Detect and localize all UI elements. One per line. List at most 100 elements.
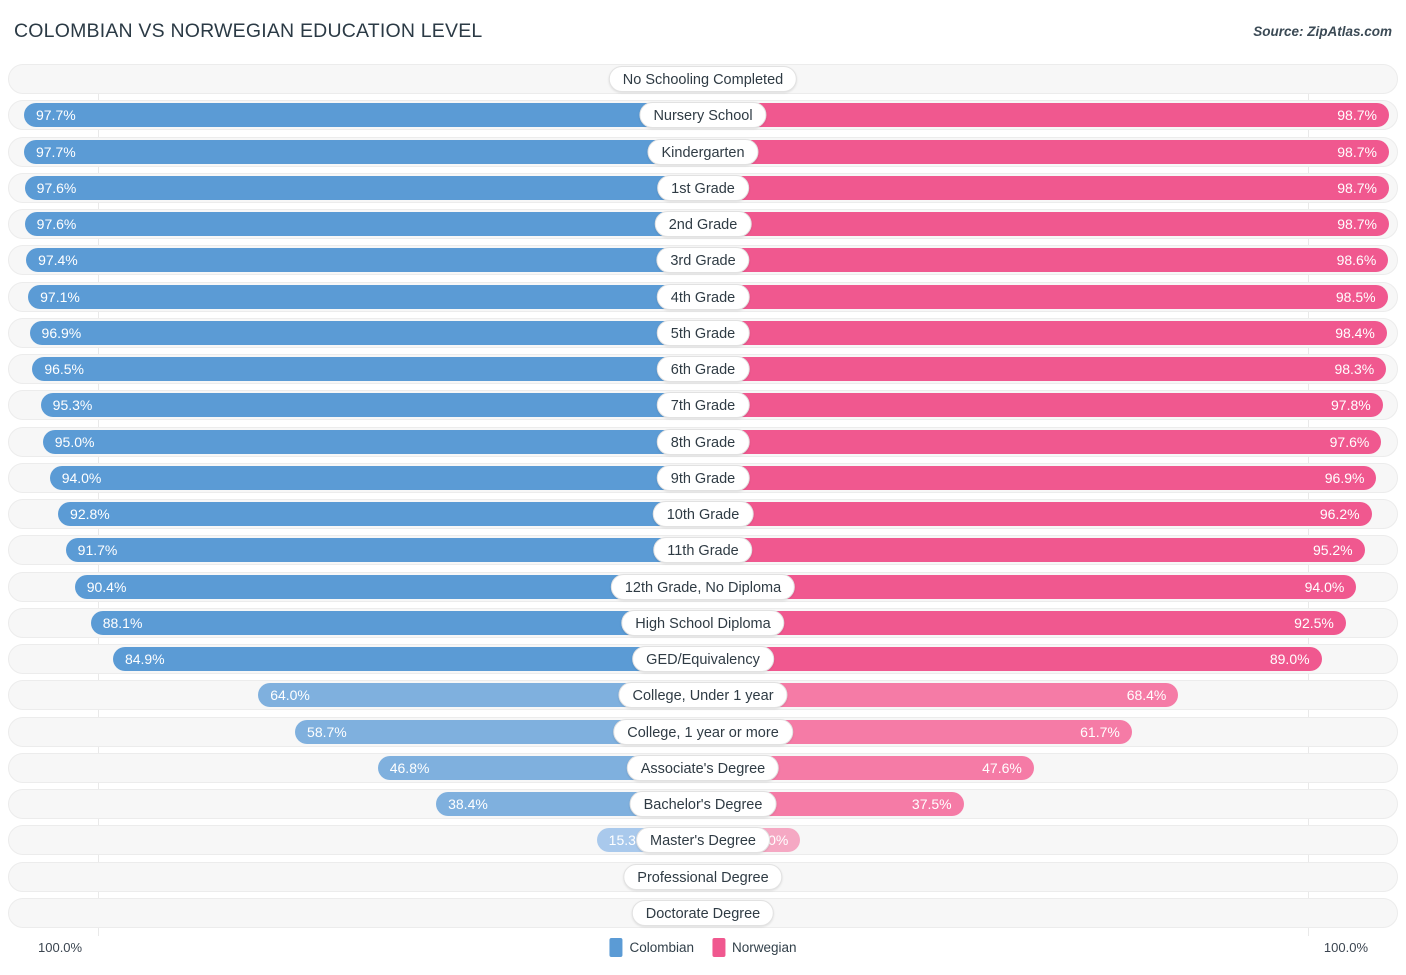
value-label-colombian: 90.4% (86, 578, 127, 595)
value-label-colombian: 97.4% (38, 252, 78, 269)
value-label-norwegian: 95.2% (1312, 542, 1353, 559)
axis-left-max: 100.0% (38, 940, 83, 955)
chart-row: 88.1% 92.5% High School Diploma (8, 607, 1398, 638)
bar-norwegian (703, 175, 1389, 200)
chart-row: 46.8% 47.6% Associate's Degree (8, 752, 1398, 783)
value-label-norwegian: 97.6% (1329, 433, 1370, 450)
bar-colombian (26, 248, 703, 273)
value-label-colombian: 95.3% (52, 397, 93, 414)
bar-colombian (49, 465, 703, 490)
legend-item[interactable]: Colombian (609, 938, 694, 957)
chart-row: 4.6%4.2%Professional Degree (8, 861, 1398, 892)
chart-row: 97.1% 98.5% 4th Grade (8, 281, 1398, 312)
value-label-norwegian: 96.9% (1324, 469, 1365, 486)
chart-row: 96.9% 98.4% 5th Grade (8, 317, 1398, 348)
value-label-norwegian: 89.0% (1269, 651, 1310, 667)
bar-colombian (24, 212, 703, 236)
legend-swatch-icon (609, 938, 623, 957)
category-label[interactable]: 3rd Grade (656, 247, 750, 274)
category-label[interactable]: GED/Equivalency (632, 646, 774, 672)
value-label-norwegian: 47.6% (982, 759, 1022, 776)
chart-row: 84.9% 89.0% GED/Equivalency (8, 644, 1398, 674)
chart-row: 97.6% 98.7% 1st Grade (8, 172, 1398, 203)
category-label[interactable]: 4th Grade (656, 283, 750, 310)
category-label[interactable]: Associate's Degree (626, 754, 780, 781)
bar-colombian (32, 357, 703, 381)
chart-row: 97.7% 98.7% Kindergarten (8, 136, 1398, 167)
chart-row: 1.7%1.8%Doctorate Degree (8, 897, 1398, 928)
category-label[interactable]: 11th Grade (653, 537, 753, 564)
category-label[interactable]: 5th Grade (656, 319, 750, 346)
category-label[interactable]: 1st Grade (657, 174, 749, 201)
value-label-colombian: 97.6% (36, 216, 77, 232)
chart-row: 90.4% 94.0% 12th Grade, No Diploma (8, 571, 1398, 602)
bar-colombian (28, 284, 703, 309)
value-label-norwegian: 61.7% (1080, 723, 1120, 740)
bar-norwegian (703, 103, 1389, 128)
bar-norwegian (703, 284, 1388, 309)
bar-colombian (74, 574, 703, 599)
category-label[interactable]: Master's Degree (636, 827, 770, 854)
chart-row: 15.3%14.0%Master's Degree (8, 825, 1398, 856)
diverging-bar-plot: 2.3%1.3%No Schooling Completed 97.7% 98.7%… (8, 64, 1398, 936)
category-label[interactable]: 9th Grade (656, 464, 750, 491)
bar-norwegian (703, 320, 1387, 345)
bar-colombian (42, 429, 703, 454)
value-label-colombian: 91.7% (77, 542, 118, 559)
value-label-norwegian: 98.7% (1337, 107, 1377, 124)
legend-label: Norwegian (732, 940, 797, 955)
source-label: Source: ZipAtlas.com (1253, 24, 1392, 39)
category-label[interactable]: College, Under 1 year (618, 682, 788, 709)
bar-norwegian (703, 139, 1389, 164)
category-label[interactable]: Nursery School (639, 102, 767, 129)
value-label-norwegian: 37.5% (911, 796, 952, 812)
category-label[interactable]: 7th Grade (656, 392, 750, 419)
bar-norwegian (703, 610, 1346, 635)
value-label-colombian: 97.6% (36, 179, 77, 196)
category-label[interactable]: 12th Grade, No Diploma (610, 573, 796, 600)
category-label[interactable]: 10th Grade (652, 501, 754, 527)
bar-colombian (90, 610, 703, 635)
bar-colombian (24, 139, 703, 164)
value-label-colombian: 96.5% (44, 361, 85, 377)
value-label-norwegian: 98.4% (1335, 324, 1375, 341)
category-label[interactable]: Kindergarten (647, 138, 759, 165)
legend-item[interactable]: Norwegian (712, 938, 797, 957)
chart-row: 38.4% 37.5% Bachelor's Degree (8, 789, 1398, 819)
value-label-colombian: 94.0% (61, 469, 102, 486)
value-label-colombian: 97.7% (35, 107, 76, 124)
bar-colombian (24, 103, 703, 128)
value-label-norwegian: 97.8% (1331, 397, 1371, 414)
page-title: COLOMBIAN VS NORWEGIAN EDUCATION LEVEL (14, 20, 483, 42)
bar-norwegian (703, 212, 1389, 236)
value-label-norwegian: 98.6% (1336, 252, 1377, 269)
value-label-norwegian: 98.7% (1337, 143, 1377, 160)
value-label-colombian: 92.8% (70, 506, 110, 522)
value-label-norwegian: 94.0% (1304, 578, 1345, 595)
bar-norwegian (703, 429, 1382, 454)
value-label-colombian: 88.1% (102, 614, 143, 631)
category-label[interactable]: No Schooling Completed (608, 66, 798, 92)
chart-row: 95.0% 97.6% 8th Grade (8, 426, 1398, 457)
bar-norwegian (703, 393, 1383, 418)
value-label-colombian: 64.0% (270, 687, 310, 704)
value-label-colombian: 95.0% (54, 433, 95, 450)
category-label[interactable]: High School Diploma (621, 609, 785, 636)
category-label[interactable]: College, 1 year or more (613, 718, 793, 745)
category-label[interactable]: 2nd Grade (654, 211, 752, 237)
chart-row: 92.8% 96.2% 10th Grade (8, 499, 1398, 529)
bar-colombian (24, 175, 703, 200)
category-label[interactable]: Bachelor's Degree (629, 791, 777, 817)
value-label-norwegian: 98.7% (1337, 216, 1377, 232)
chart-row: 97.4% 98.6% 3rd Grade (8, 245, 1398, 276)
category-label[interactable]: Doctorate Degree (631, 899, 775, 926)
chart-row: 94.0% 96.9% 9th Grade (8, 462, 1398, 493)
category-label[interactable]: 8th Grade (656, 428, 750, 455)
chart-row: 58.7% 61.7% College, 1 year or more (8, 716, 1398, 747)
category-label[interactable]: Professional Degree (623, 863, 783, 890)
chart-row: 96.5% 98.3% 6th Grade (8, 354, 1398, 384)
category-label[interactable]: 6th Grade (656, 356, 750, 382)
chart-root: COLOMBIAN VS NORWEGIAN EDUCATION LEVEL S… (0, 0, 1406, 975)
legend: Colombian Norwegian (609, 938, 797, 957)
bar-colombian (58, 502, 703, 526)
